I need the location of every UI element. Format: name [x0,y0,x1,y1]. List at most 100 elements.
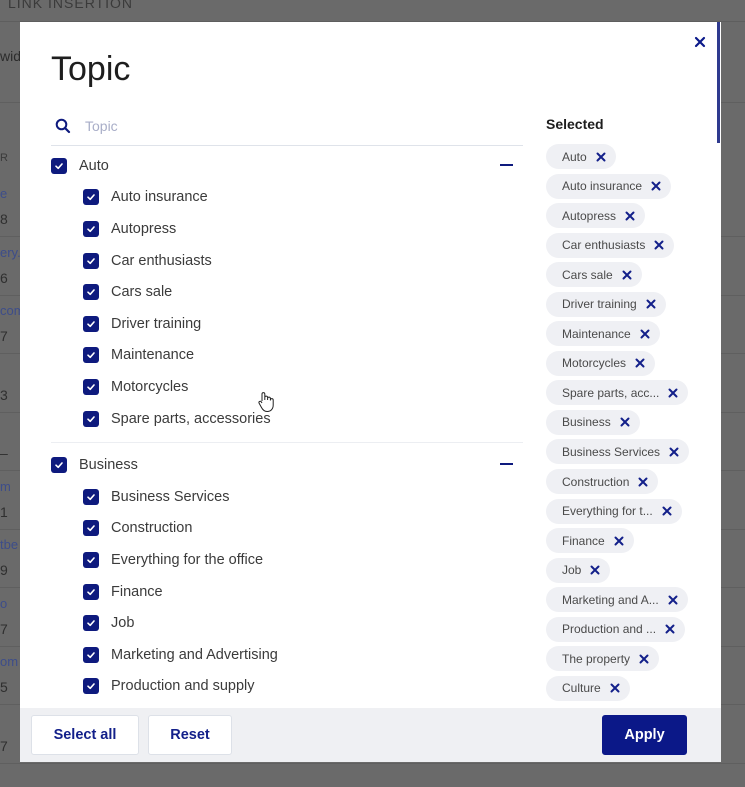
checkbox[interactable] [83,378,99,395]
chip-label: The property [562,651,631,666]
remove-icon [651,181,661,191]
selected-chip: Motorcycles [546,350,656,376]
checkbox[interactable] [83,520,99,537]
remove-icon [620,417,630,427]
chip-remove-button[interactable] [622,270,632,280]
topic-label: Business Services [111,488,230,505]
topic-subitem-row[interactable]: Marketing and Advertising [51,639,523,671]
checkbox[interactable] [83,551,99,568]
reset-button[interactable]: Reset [148,715,232,755]
topic-subitem-row[interactable]: Maintenance [51,340,523,372]
checkbox[interactable] [83,615,99,632]
background-row-link: e [0,186,8,201]
chip-remove-button[interactable] [669,447,679,457]
chip-remove-button[interactable] [662,506,672,516]
checkbox[interactable] [83,284,99,301]
chip-label: Business [562,415,611,430]
topic-label: Cars sale [111,284,173,301]
chip-remove-button[interactable] [668,388,678,398]
search-field [51,112,523,146]
topic-subitem-row[interactable]: Auto insurance [51,182,523,214]
chip-remove-button[interactable] [610,683,620,693]
topic-label: Driver training [111,315,202,332]
selected-chip: Job [546,557,611,583]
topic-subitem-row[interactable]: Cars sale [51,276,523,308]
close-button[interactable] [692,34,708,50]
checkbox[interactable] [83,252,99,269]
chip-label: Business Services [562,444,661,459]
topic-subitem-row[interactable]: Job [51,607,523,639]
collapse-icon[interactable] [500,164,513,166]
remove-icon [635,358,645,368]
topic-subitem-row[interactable]: Autopress [51,213,523,245]
topic-label: Car enthusiasts [111,252,212,269]
chip-remove-button[interactable] [590,565,600,575]
checkbox[interactable] [51,457,67,474]
topic-tree: Auto Auto insurance Autopress Car enthusias… [51,150,523,708]
topic-subitem-row[interactable]: Motorcycles [51,371,523,403]
chip-label: Finance [562,533,605,548]
checkbox[interactable] [83,410,99,427]
topic-label: Auto insurance [111,189,208,206]
chip-remove-button[interactable] [596,152,606,162]
background-row-number: 5 [0,679,8,695]
selected-chip: Autopress [546,203,646,229]
checkbox[interactable] [83,315,99,332]
topic-group-row[interactable]: Auto [51,150,523,182]
topic-subitem-row[interactable]: Production and supply [51,671,523,703]
chip-label: Culture [562,681,601,696]
checkbox[interactable] [83,220,99,237]
chip-remove-button[interactable] [639,654,649,664]
chip-remove-button[interactable] [638,477,648,487]
chip-remove-button[interactable] [614,536,624,546]
remove-icon [590,565,600,575]
search-input[interactable] [85,115,505,137]
modal-title: Topic [51,50,131,88]
chip-remove-button[interactable] [651,181,661,191]
topic-subitem-row[interactable]: Finance [51,576,523,608]
chip-remove-button[interactable] [625,211,635,221]
background-row-link: o [0,595,8,611]
topic-subitem-row[interactable]: Business Services [51,481,523,513]
checkbox[interactable] [83,347,99,364]
chip-remove-button[interactable] [654,240,664,250]
remove-icon [638,477,648,487]
chip-remove-button[interactable] [646,299,656,309]
topic-group-row[interactable]: Business [51,449,523,481]
background-column-header: R [0,152,8,164]
chip-label: Construction [562,474,630,489]
checkbox[interactable] [83,583,99,600]
topic-subitem-row[interactable]: Everything for the office [51,544,523,576]
topic-label: Maintenance [111,347,195,364]
checkbox[interactable] [83,646,99,663]
selected-chip: Finance [546,528,634,554]
apply-button[interactable]: Apply [602,715,687,755]
topic-label: Everything for the office [111,551,264,568]
checkbox[interactable] [83,678,99,695]
check-icon [87,352,95,359]
select-all-button[interactable]: Select all [31,715,139,755]
remove-icon [614,536,624,546]
selected-chip: Everything for t... [546,498,682,524]
topic-subitem-row[interactable]: Car enthusiasts [51,245,523,277]
checkbox[interactable] [83,488,99,505]
selected-chip: Car enthusiasts [546,232,675,258]
collapse-icon[interactable] [500,463,513,466]
chip-remove-button[interactable] [635,358,645,368]
checkbox[interactable] [83,189,99,206]
topic-subitem-row[interactable]: Construction [51,513,523,545]
topic-subitem-row[interactable]: Spare parts, accessories [51,403,523,435]
chip-label: Auto insurance [562,179,643,194]
check-icon [87,525,95,532]
chip-remove-button[interactable] [640,329,650,339]
checkbox[interactable] [51,157,67,174]
check-icon [87,384,95,391]
close-icon [694,36,706,48]
chip-remove-button[interactable] [620,417,630,427]
chip-remove-button[interactable] [665,624,675,634]
modal-scrollbar[interactable] [717,22,720,143]
chip-remove-button[interactable] [668,595,678,605]
selected-title: Selected [546,116,604,132]
topic-subitem-row[interactable]: Driver training [51,308,523,340]
background-row-link: m [0,478,11,494]
